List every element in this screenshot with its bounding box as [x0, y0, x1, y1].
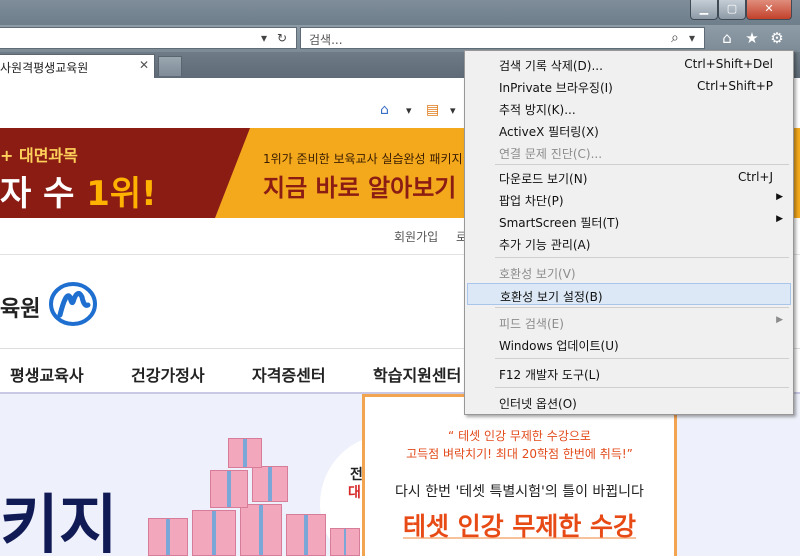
search-input[interactable]: 검색... ⌕ ▾ — [300, 27, 705, 49]
menu-item-view-downloads[interactable]: 다운로드 보기(N) Ctrl+J — [467, 166, 791, 188]
menu-separator — [495, 358, 789, 359]
menu-item-label: InPrivate 브라우징(I) — [499, 81, 613, 95]
menu-separator — [495, 387, 789, 388]
menu-item-label: 검색 기록 삭제(D)... — [499, 59, 603, 73]
menu-item-activex-filtering[interactable]: ActiveX 필터링(X) — [467, 119, 791, 141]
menu-item-feed-discovery: 피드 검색(E) ▶ — [467, 311, 791, 333]
menu-item-label: 추적 방지(K)... — [499, 103, 576, 117]
menu-item-shortcut: Ctrl+J — [738, 170, 773, 184]
menu-item-windows-update[interactable]: Windows 업데이트(U) — [467, 333, 791, 355]
page-home-dropdown-icon[interactable]: ▾ — [406, 104, 412, 117]
gift-box — [286, 514, 326, 556]
menu-item-shortcut: Ctrl+Shift+P — [697, 79, 773, 93]
menu-item-shortcut: Ctrl+Shift+Del — [684, 57, 773, 71]
gift-box — [228, 438, 262, 468]
menu-item-label: 추가 기능 관리(A) — [499, 238, 591, 252]
submenu-arrow-icon: ▶ — [776, 192, 783, 202]
page-home-icon[interactable]: ⌂ — [380, 102, 389, 118]
hero-side-text-1: 전 — [350, 467, 363, 483]
gift-box — [192, 510, 236, 556]
menu-item-compatibility-view-settings[interactable]: 호환성 보기 설정(B) — [467, 283, 791, 305]
signup-link[interactable]: 회원가입 — [394, 230, 438, 244]
menu-item-smartscreen-filter[interactable]: SmartScreen 필터(T) ▶ — [467, 210, 791, 232]
menu-item-label: 다운로드 보기(N) — [499, 172, 588, 186]
popup-description: 다시 한번 '테셋 특별시험'의 틀이 바뀝니다 — [395, 484, 644, 500]
menu-item-label: 호환성 보기 설정(B) — [500, 290, 603, 304]
new-tab-button[interactable] — [158, 56, 182, 76]
tab-title: 사원격평생교육원 — [0, 61, 89, 75]
gift-box — [210, 470, 248, 508]
menu-item-manage-addons[interactable]: 추가 기능 관리(A) — [467, 232, 791, 254]
site-logo-text[interactable]: 육원 — [0, 291, 40, 323]
menu-item-popup-blocker[interactable]: 팝업 차단(P) ▶ — [467, 188, 791, 210]
feeds-icon[interactable]: ▤ — [426, 102, 439, 118]
refresh-icon[interactable]: ↻ — [277, 31, 287, 45]
menu-item-f12-developer-tools[interactable]: F12 개발자 도구(L) — [467, 362, 791, 384]
menu-item-label: 인터넷 옵션(O) — [499, 397, 577, 411]
gift-box — [148, 518, 188, 556]
menu-item-label: 호환성 보기(V) — [499, 267, 576, 281]
gift-box — [252, 466, 288, 502]
minimize-button[interactable]: ▁ — [690, 0, 718, 20]
maximize-button[interactable]: ▢ — [718, 0, 746, 20]
banner-cta[interactable]: 지금 바로 알아보기 — [263, 168, 456, 203]
menu-item-delete-history[interactable]: 검색 기록 삭제(D)... Ctrl+Shift+Del — [467, 53, 791, 75]
address-dropdown-icon[interactable]: ▾ — [261, 31, 267, 45]
menu-item-internet-options[interactable]: 인터넷 옵션(O) — [467, 391, 791, 413]
nav-item-certificate-center[interactable]: 자격증센터 — [252, 362, 326, 386]
menu-item-label: Windows 업데이트(U) — [499, 339, 619, 353]
menu-item-label: ActiveX 필터링(X) — [499, 125, 599, 139]
favorites-icon[interactable]: ★ — [741, 28, 763, 48]
tools-menu: 검색 기록 삭제(D)... Ctrl+Shift+Del InPrivate … — [464, 50, 794, 415]
promo-popup[interactable]: “ 테셋 인강 무제한 수강으로 고득점 벼락치기! 최대 20학점 한번에 취… — [362, 394, 677, 556]
gift-box — [330, 528, 360, 556]
banner-headline-accent: 1위! — [86, 174, 157, 214]
hero-side-text-2: 대 — [348, 485, 361, 501]
popup-title[interactable]: 테셋 인강 무제한 수강 — [365, 507, 674, 543]
home-icon[interactable]: ⌂ — [716, 28, 738, 48]
site-logo-icon[interactable] — [48, 281, 98, 327]
banner-headline: 자 수 1위! — [0, 166, 157, 215]
menu-item-label: F12 개발자 도구(L) — [499, 368, 601, 382]
popup-quote: “ 테셋 인강 무제한 수강으로 고득점 벼락치기! 최대 20학점 한번에 취… — [365, 427, 674, 463]
address-bar[interactable]: ▾ ↻ — [0, 27, 297, 49]
menu-item-label: 연결 문제 진단(C)... — [499, 147, 603, 161]
submenu-arrow-icon: ▶ — [776, 214, 783, 224]
search-dropdown-icon[interactable]: ▾ — [689, 31, 695, 45]
navigation-bar: ▾ ↻ 검색... ⌕ ▾ ⌂ ★ ⚙ — [0, 25, 800, 52]
hero-big-text: 키지 — [0, 489, 118, 556]
gift-box — [240, 504, 282, 556]
nav-item-family-counselor[interactable]: 건강가정사 — [131, 362, 205, 386]
menu-item-label: 피드 검색(E) — [499, 317, 564, 331]
feeds-dropdown-icon[interactable]: ▾ — [450, 104, 456, 117]
search-placeholder: 검색... — [309, 33, 343, 47]
menu-separator — [495, 257, 789, 258]
popup-quote-line-2: 고득점 벼락치기! 최대 20학점 한번에 취득!” — [406, 447, 633, 461]
banner-tag: + 대면과목 — [0, 146, 78, 165]
popup-quote-line-1: “ 테셋 인강 무제한 수강으로 — [448, 429, 591, 443]
menu-item-label: 팝업 차단(P) — [499, 194, 564, 208]
menu-item-inprivate[interactable]: InPrivate 브라우징(I) Ctrl+Shift+P — [467, 75, 791, 97]
banner-left-panel: + 대면과목 자 수 1위! — [0, 128, 250, 218]
nav-item-lifelong-educator[interactable]: 평생교육사 — [10, 362, 84, 386]
tools-gear-icon[interactable]: ⚙ — [766, 28, 788, 48]
menu-item-diagnose-connection: 연결 문제 진단(C)... — [467, 141, 791, 163]
menu-separator — [495, 164, 789, 165]
nav-item-learning-support[interactable]: 학습지원센터 — [373, 362, 461, 386]
tab-close-icon[interactable]: ✕ — [139, 58, 149, 72]
submenu-arrow-icon: ▶ — [776, 315, 783, 325]
menu-item-label: SmartScreen 필터(T) — [499, 216, 620, 230]
menu-item-tracking-protection[interactable]: 추적 방지(K)... — [467, 97, 791, 119]
title-bar: ▁ ▢ ✕ — [0, 0, 800, 25]
search-icon[interactable]: ⌕ — [671, 30, 679, 46]
tab-active[interactable]: 사원격평생교육원 ✕ — [0, 54, 155, 78]
close-window-button[interactable]: ✕ — [746, 0, 792, 20]
banner-headline-prefix: 자 수 — [0, 174, 87, 214]
banner-promo-text: 1위가 준비한 보육교사 실습완성 패키지! — [263, 152, 468, 166]
menu-item-compatibility-view: 호환성 보기(V) — [467, 261, 791, 283]
menu-separator — [495, 307, 789, 308]
